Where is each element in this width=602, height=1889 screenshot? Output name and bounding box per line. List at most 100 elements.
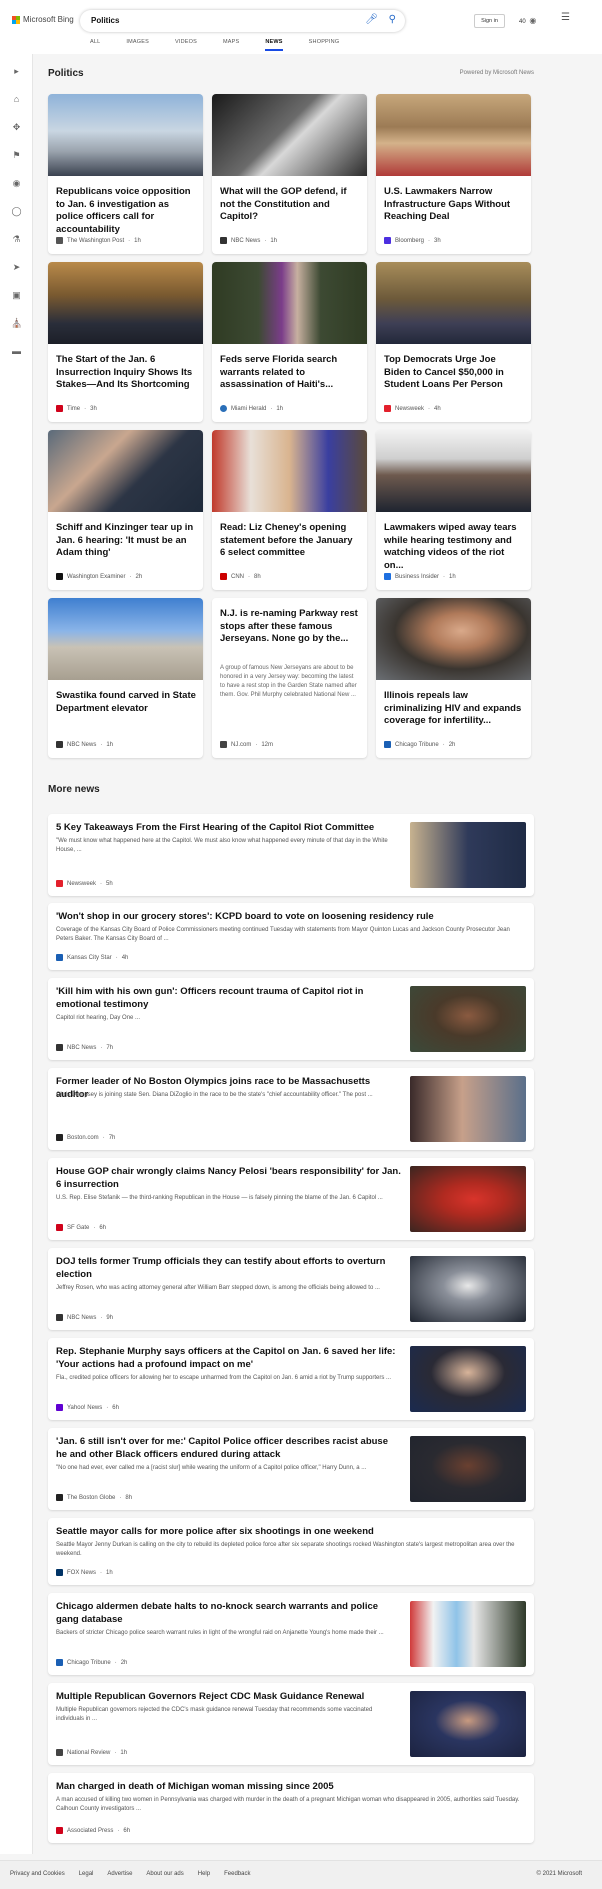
footer-link-legal[interactable]: Legal: [79, 1871, 94, 1877]
entertainment-icon[interactable]: ▣: [11, 290, 22, 301]
news-card[interactable]: Republicans voice opposition to Jan. 6 i…: [48, 94, 203, 254]
list-item-desc: "No one had ever, ever called me a [raci…: [56, 1465, 367, 1471]
list-item[interactable]: House GOP chair wrongly claims Nancy Pel…: [48, 1158, 534, 1240]
news-thumbnail: [376, 262, 531, 344]
brand-name: Microsoft Bing: [23, 15, 74, 24]
flag-icon[interactable]: ⚑: [11, 150, 22, 161]
list-item-source: Associated Press · 6h: [56, 1827, 130, 1834]
search-icon[interactable]: ⚲: [389, 14, 396, 25]
news-card[interactable]: The Start of the Jan. 6 Insurrection Inq…: [48, 262, 203, 422]
tab-news[interactable]: NEWS: [265, 39, 283, 51]
news-thumbnail: [376, 94, 531, 176]
news-thumbnail: [376, 598, 531, 680]
more-news-heading: More news: [48, 784, 100, 795]
footer-link-help[interactable]: Help: [198, 1871, 210, 1877]
list-item[interactable]: 'Jan. 6 still isn't over for me:' Capito…: [48, 1428, 534, 1510]
card-source: Time · 3h: [56, 405, 97, 412]
list-item-source: Boston.com · 7h: [56, 1134, 115, 1141]
footer-link-privacy[interactable]: Privacy and Cookies: [10, 1871, 65, 1877]
list-item[interactable]: Multiple Republican Governors Reject CDC…: [48, 1683, 534, 1765]
list-item-title: Man charged in death of Michigan woman m…: [56, 1781, 334, 1792]
bing-logo[interactable]: Microsoft Bing: [12, 15, 74, 24]
list-item-desc: Capitol riot hearing, Day One ...: [56, 1015, 141, 1021]
search-box[interactable]: Politics 🎤︎ ⚲: [80, 10, 405, 32]
list-item[interactable]: 'Kill him with his own gun': Officers re…: [48, 978, 534, 1060]
money-icon[interactable]: ▬: [11, 346, 22, 356]
list-item-desc: Chris Dempsey is joining state Sen. Dian…: [56, 1092, 373, 1098]
world-icon[interactable]: ◯: [11, 206, 22, 217]
list-item[interactable]: Seattle mayor calls for more police afte…: [48, 1518, 534, 1585]
list-item-desc: Seattle Mayor Jenny Durkan is calling on…: [56, 1542, 515, 1557]
discover-icon[interactable]: ✥: [11, 122, 22, 133]
card-title: The Start of the Jan. 6 Insurrection Inq…: [56, 354, 193, 390]
news-card[interactable]: Lawmakers wiped away tears while hearing…: [376, 430, 531, 590]
list-item-desc: Multiple Republican governors rejected t…: [56, 1707, 373, 1722]
list-item-source: FOX News · 1h: [56, 1569, 113, 1576]
list-item-desc: U.S. Rep. Elise Stefanik — the third-ran…: [56, 1195, 383, 1201]
card-title: N.J. is re-naming Parkway rest stops aft…: [220, 608, 358, 644]
tab-shopping[interactable]: SHOPPING: [309, 39, 340, 45]
list-item-desc: A man accused of killing two women in Pe…: [56, 1797, 520, 1812]
card-title: Feds serve Florida search warrants relat…: [220, 354, 338, 390]
news-card[interactable]: U.S. Lawmakers Narrow Infrastructure Gap…: [376, 94, 531, 254]
card-title: Illinois repeals law criminalizing HIV a…: [384, 690, 522, 726]
card-source: NBC News · 1h: [56, 741, 113, 748]
footer-link-feedback[interactable]: Feedback: [224, 1871, 250, 1877]
news-card[interactable]: Swastika found carved in State Departmen…: [48, 598, 203, 758]
news-thumbnail: [410, 1076, 526, 1142]
list-item-source: National Review · 1h: [56, 1749, 127, 1756]
left-rail: ▸ ⌂ ✥ ⚑ ◉ ◯ ⚗ ➤ ▣ ⛪ ▬: [0, 54, 33, 1854]
news-thumbnail: [410, 1436, 526, 1502]
location-icon[interactable]: ◉: [11, 178, 22, 189]
news-card[interactable]: Schiff and Kinzinger tear up in Jan. 6 h…: [48, 430, 203, 590]
news-card[interactable]: Illinois repeals law criminalizing HIV a…: [376, 598, 531, 758]
list-item[interactable]: Rep. Stephanie Murphy says officers at t…: [48, 1338, 534, 1420]
footer-link-advertise[interactable]: Advertise: [107, 1871, 132, 1877]
news-card[interactable]: Top Democrats Urge Joe Biden to Cancel $…: [376, 262, 531, 422]
rewards-button[interactable]: 40 ◉: [519, 16, 536, 25]
card-title: Top Democrats Urge Joe Biden to Cancel $…: [384, 354, 504, 390]
card-title: Schiff and Kinzinger tear up in Jan. 6 h…: [56, 522, 194, 558]
news-card[interactable]: N.J. is re-naming Parkway rest stops aft…: [212, 598, 367, 758]
list-item-title: 5 Key Takeaways From the First Hearing o…: [56, 822, 375, 833]
list-item-source: Yahoo! News · 6h: [56, 1404, 119, 1411]
list-item[interactable]: 'Won't shop in our grocery stores': KCPD…: [48, 903, 534, 970]
card-source: Miami Herald · 1h: [220, 405, 283, 412]
rocket-icon[interactable]: ➤: [11, 262, 22, 273]
tab-videos[interactable]: VIDEOS: [175, 39, 197, 45]
list-item[interactable]: Former leader of No Boston Olympics join…: [48, 1068, 534, 1150]
list-item-title: DOJ tells former Trump officials they ca…: [56, 1256, 386, 1280]
copyright: © 2021 Microsoft: [536, 1871, 582, 1877]
list-item[interactable]: Chicago aldermen debate halts to no-knoc…: [48, 1593, 534, 1675]
card-source: Bloomberg · 3h: [384, 237, 441, 244]
card-title: Read: Liz Cheney's opening statement bef…: [220, 522, 353, 558]
science-icon[interactable]: ⚗: [11, 234, 22, 245]
list-item-desc: "We must know what happened here at the …: [56, 838, 388, 853]
card-title: U.S. Lawmakers Narrow Infrastructure Gap…: [384, 186, 511, 222]
footer-link-about-ads[interactable]: About our ads: [146, 1871, 183, 1877]
list-item[interactable]: Man charged in death of Michigan woman m…: [48, 1773, 534, 1843]
list-item-title: Multiple Republican Governors Reject CDC…: [56, 1691, 365, 1702]
list-item-source: NBC News · 9h: [56, 1314, 113, 1321]
microphone-icon[interactable]: 🎤︎: [365, 14, 378, 25]
news-card[interactable]: What will the GOP defend, if not the Con…: [212, 94, 367, 254]
politics-icon[interactable]: ⛪: [11, 318, 22, 329]
tab-images[interactable]: IMAGES: [126, 39, 149, 45]
list-item[interactable]: 5 Key Takeaways From the First Hearing o…: [48, 814, 534, 896]
news-thumbnail: [48, 262, 203, 344]
footer-links: Privacy and Cookies Legal Advertise Abou…: [10, 1871, 250, 1877]
list-item[interactable]: DOJ tells former Trump officials they ca…: [48, 1248, 534, 1330]
tab-maps[interactable]: MAPS: [223, 39, 239, 45]
sign-in-button[interactable]: Sign in: [474, 14, 505, 28]
expand-arrow-icon[interactable]: ▸: [11, 66, 22, 77]
news-card[interactable]: Feds serve Florida search warrants relat…: [212, 262, 367, 422]
news-card[interactable]: Read: Liz Cheney's opening statement bef…: [212, 430, 367, 590]
news-thumbnail: [410, 1256, 526, 1322]
list-item-desc: Coverage of the Kansas City Board of Pol…: [56, 927, 510, 942]
news-thumbnail: [212, 262, 367, 344]
home-icon[interactable]: ⌂: [11, 94, 22, 104]
search-input[interactable]: Politics: [91, 16, 119, 25]
hamburger-menu-icon[interactable]: ☰: [561, 12, 570, 23]
news-thumbnail: [212, 430, 367, 512]
tab-all[interactable]: ALL: [90, 39, 100, 45]
